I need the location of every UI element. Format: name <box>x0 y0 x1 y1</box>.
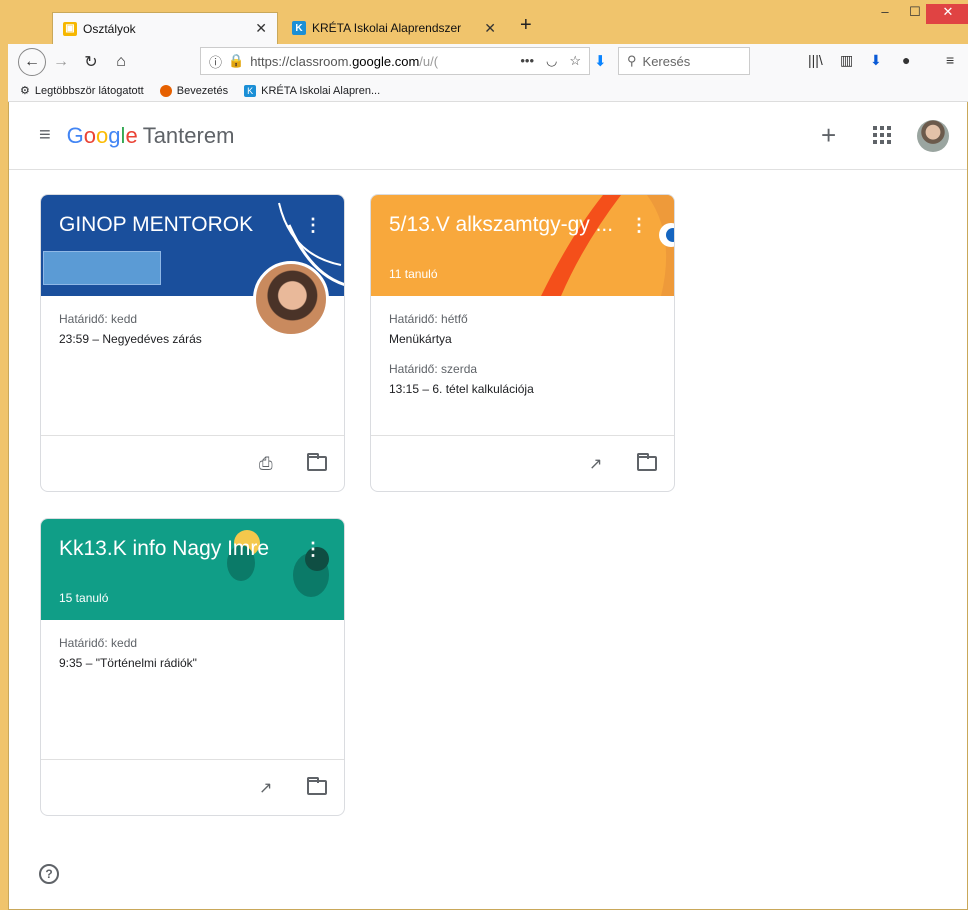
close-tab-icon[interactable]: ✕ <box>255 20 267 37</box>
trending-up-icon[interactable]: ↗ <box>259 778 272 798</box>
bookmark-label: Bevezetés <box>176 84 229 97</box>
trending-up-icon[interactable]: ↗ <box>589 454 602 474</box>
apps-grid-icon[interactable] <box>873 126 891 144</box>
class-card[interactable]: Kk13.K info Nagy Imre 15 tanuló ⋮ Határi… <box>40 518 345 816</box>
close-window-icon[interactable]: ✕ <box>926 4 968 24</box>
logo-letter: G <box>66 122 84 148</box>
tab-strip: ▣ Osztályok ✕ K KRÉTA Iskolai Alaprendsz… <box>8 0 968 44</box>
logo-letter: g <box>108 122 121 148</box>
google-classroom-logo[interactable]: Google Tanterem <box>67 123 235 149</box>
url-suffix: /u/( <box>419 53 439 69</box>
due-label: Határidő: kedd <box>59 636 138 650</box>
product-name: Tanterem <box>142 122 235 148</box>
class-card[interactable]: 5/13.V alkszamtgy-gy ... 11 tanuló ⋮ Hat… <box>370 194 675 492</box>
class-card-footer: ↗ <box>371 436 674 491</box>
extension-icon[interactable]: ⬇ <box>870 52 882 69</box>
navigation-toolbar: ← → ↻ ⌂ ⓘ 🔒 https://classroom. google.com… <box>8 44 968 80</box>
logo-letter: e <box>125 122 138 148</box>
download-icon[interactable]: ⬇ <box>594 52 607 70</box>
class-card-footer: ⎙ <box>41 436 344 491</box>
app-header: ≡ Google Tanterem + <box>9 102 967 170</box>
due-item-link[interactable]: Menükártya <box>389 332 656 346</box>
due-label: Határidő: szerda <box>389 362 478 376</box>
bookmark-most-visited[interactable]: ⚙ Legtöbbször látogatott <box>20 84 144 98</box>
pocket-icon[interactable]: ◡ <box>546 53 557 69</box>
sidebar-icon[interactable]: ▥ <box>840 52 853 69</box>
bookmark-kreta[interactable]: K KRÉTA Iskolai Alapren... <box>244 84 381 97</box>
lock-icon: 🔒 <box>228 53 245 68</box>
bookmark-intro[interactable]: Bevezetés <box>159 84 229 97</box>
folder-icon[interactable] <box>637 453 657 471</box>
tab-title: KRÉTA Iskolai Alaprendszer <box>312 21 462 35</box>
kreta-favicon-icon: K <box>292 21 306 35</box>
student-work-icon[interactable]: ⎙ <box>259 454 273 474</box>
add-class-icon[interactable]: + <box>821 120 836 151</box>
student-count: 15 tanuló <box>59 591 109 605</box>
close-tab-icon[interactable]: ✕ <box>484 20 496 37</box>
class-title[interactable]: GINOP MENTOROK <box>59 213 253 237</box>
account-icon[interactable]: ● <box>902 52 910 68</box>
redacted-block <box>43 251 161 285</box>
library-icon[interactable]: |||\ <box>808 52 823 68</box>
browser-window: ▣ Osztályok ✕ K KRÉTA Iskolai Alaprendsz… <box>8 0 968 910</box>
folder-icon[interactable] <box>307 777 327 795</box>
firefox-icon <box>159 84 172 97</box>
class-card[interactable]: GINOP MENTOROK ⋮ Határidő: kedd 23:59 – … <box>40 194 345 492</box>
search-icon: ⚲ <box>627 53 637 68</box>
class-card-body: Határidő: kedd 9:35 – "Történelmi rádiók… <box>41 620 344 760</box>
reload-icon[interactable]: ↻ <box>76 47 106 77</box>
back-icon[interactable]: ← <box>18 48 46 76</box>
due-label: Határidő: hétfő <box>389 312 468 326</box>
home-icon[interactable]: ⌂ <box>106 47 136 77</box>
url-prefix: https://classroom. <box>250 53 353 69</box>
gear-icon: ⚙ <box>20 85 30 97</box>
more-vert-icon[interactable]: ⋮ <box>304 539 322 560</box>
bookmark-label: KRÉTA Iskolai Alapren... <box>261 84 381 97</box>
main-menu-icon[interactable]: ≡ <box>39 124 51 147</box>
help-icon[interactable]: ? <box>39 864 59 884</box>
more-icon[interactable]: ••• <box>520 53 534 69</box>
bookmarks-bar: ⚙ Legtöbbször látogatott Bevezetés K KRÉ… <box>8 80 968 102</box>
info-icon[interactable]: ⓘ <box>209 52 222 71</box>
tab-classes[interactable]: ▣ Osztályok ✕ <box>52 12 278 44</box>
classroom-page: ≡ Google Tanterem + GINOP MENTOROK ⋮ Hatá… <box>8 102 968 910</box>
due-item-link[interactable]: 9:35 – "Történelmi rádiók" <box>59 656 326 670</box>
kreta-icon: K <box>244 84 257 97</box>
class-title[interactable]: 5/13.V alkszamtgy-gy ... <box>389 213 613 237</box>
url-actions: ••• ◡ ☆ <box>520 53 581 69</box>
more-vert-icon[interactable]: ⋮ <box>304 215 322 236</box>
bookmark-star-icon[interactable]: ☆ <box>569 53 581 69</box>
logo-letter: o <box>96 122 109 148</box>
tab-title: Osztályok <box>83 21 136 36</box>
new-tab-icon[interactable]: + <box>520 14 532 37</box>
search-input[interactable]: ⚲ Keresés <box>618 47 750 75</box>
logo-letter: o <box>83 122 97 148</box>
minimize-icon[interactable]: – <box>870 4 900 24</box>
forward-icon[interactable]: → <box>46 47 76 77</box>
class-card-header[interactable]: Kk13.K info Nagy Imre 15 tanuló ⋮ <box>41 519 344 620</box>
folder-icon[interactable] <box>307 453 327 471</box>
due-item-link[interactable]: 13:15 – 6. tétel kalkulációja <box>389 382 656 396</box>
avatar[interactable] <box>917 120 949 152</box>
class-title[interactable]: Kk13.K info Nagy Imre <box>59 537 269 561</box>
class-card-body: Határidő: hétfő Menükártya Határidő: sze… <box>371 296 674 436</box>
teacher-avatar <box>253 261 329 337</box>
tab-kreta[interactable]: K KRÉTA Iskolai Alaprendszer ✕ <box>282 12 506 44</box>
more-vert-icon[interactable]: ⋮ <box>630 215 648 236</box>
student-count: 11 tanuló <box>389 267 438 281</box>
search-placeholder: Keresés <box>642 53 691 69</box>
class-card-footer: ↗ <box>41 760 344 815</box>
class-card-header[interactable]: 5/13.V alkszamtgy-gy ... 11 tanuló ⋮ <box>371 195 674 296</box>
menu-icon[interactable]: ≡ <box>946 52 954 68</box>
classroom-favicon-icon: ▣ <box>63 21 77 36</box>
url-host: google.com <box>352 53 420 69</box>
url-bar[interactable]: ⓘ 🔒 https://classroom. google.com/u/( •••… <box>200 47 590 75</box>
bookmark-label: Legtöbbször látogatott <box>34 84 144 97</box>
